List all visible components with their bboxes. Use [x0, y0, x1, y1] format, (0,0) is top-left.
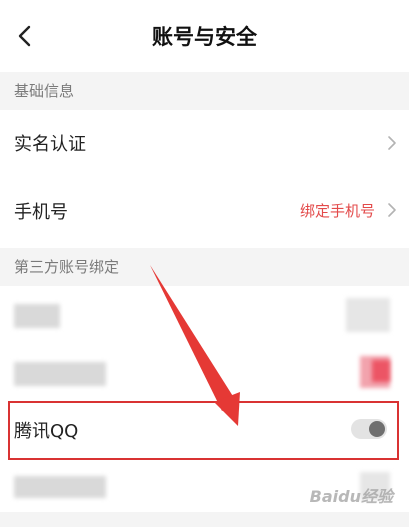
row-blurred-account-2[interactable]: [0, 344, 409, 402]
section-label: 第三方账号绑定: [14, 258, 120, 276]
blurred-toggle-core: [372, 360, 390, 382]
top-bar: 账号与安全: [0, 0, 409, 72]
highlight-box: [8, 401, 399, 460]
blurred-label: [14, 304, 60, 328]
bind-phone-link[interactable]: 绑定手机号: [300, 200, 375, 221]
row-label-real-name: 实名认证: [14, 134, 86, 155]
chevron-right-icon: [388, 136, 396, 150]
row-blurred-account-1[interactable]: [0, 286, 409, 344]
blurred-label: [14, 476, 106, 498]
page-title: 账号与安全: [152, 25, 257, 49]
blurred-toggle: [346, 298, 390, 332]
chevron-right-icon: [388, 203, 396, 217]
row-label-phone: 手机号: [14, 202, 68, 223]
row-phone[interactable]: 手机号 绑定手机号: [0, 176, 409, 242]
row-real-name[interactable]: 实名认证: [0, 110, 409, 176]
section-label: 基础信息: [14, 82, 75, 100]
blurred-label: [14, 362, 106, 386]
watermark: Baidu经验: [309, 487, 393, 506]
section-header-basic-info: 基础信息: [0, 72, 409, 110]
section-header-third-party: 第三方账号绑定: [0, 248, 409, 286]
account-security-screen: 账号与安全 基础信息 实名认证 手机号 绑定手机号 第三方账号绑定 腾讯QQ B…: [0, 0, 409, 527]
bottom-divider: [0, 512, 409, 527]
